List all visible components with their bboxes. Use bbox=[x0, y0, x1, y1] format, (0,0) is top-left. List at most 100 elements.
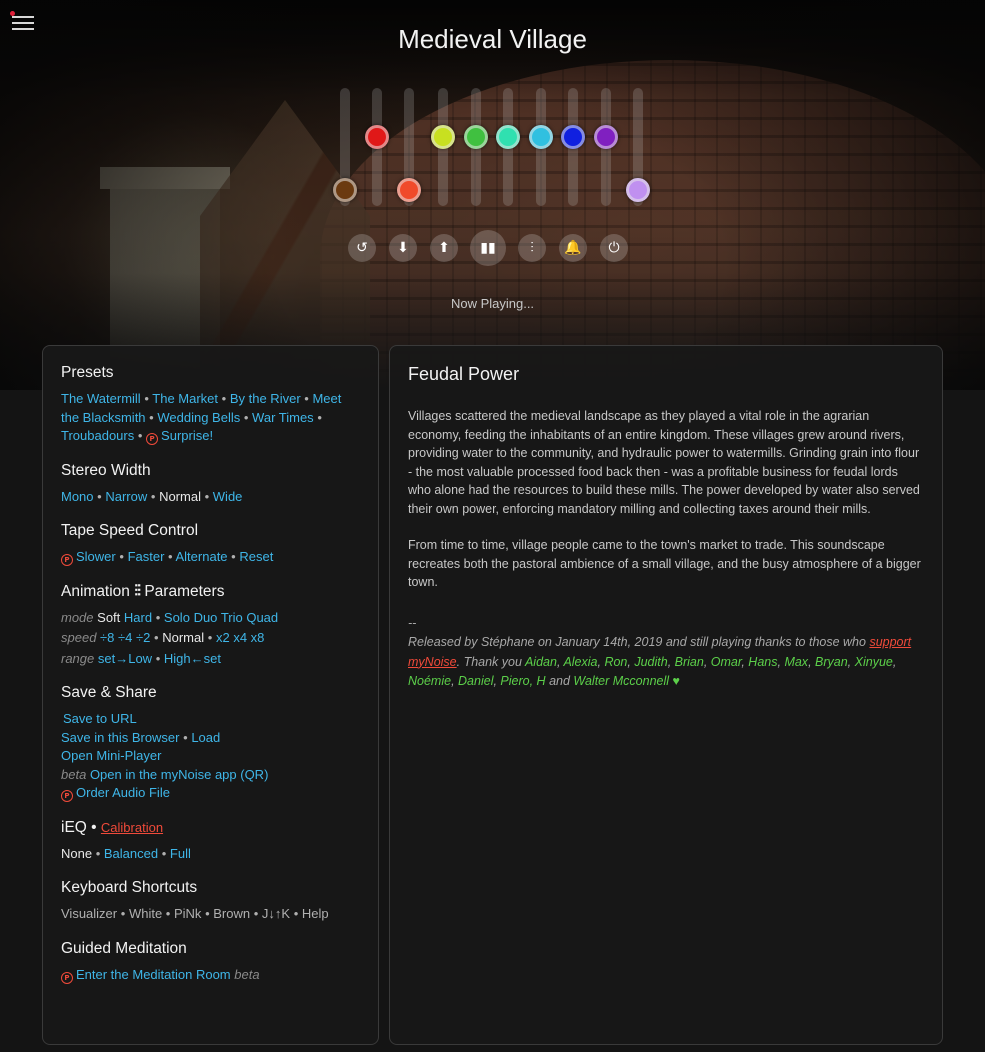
range-high[interactable]: High←set bbox=[164, 651, 221, 666]
meditation-room-link[interactable]: Enter the Meditation Room bbox=[76, 967, 231, 982]
stereo-title: Stereo Width bbox=[61, 461, 151, 479]
description-panel: Feudal Power Villages scattered the medi… bbox=[389, 345, 943, 1045]
load-link[interactable]: Load bbox=[191, 730, 220, 745]
ieq-full[interactable]: Full bbox=[170, 846, 191, 861]
keyboard-title: Keyboard Shortcuts bbox=[61, 879, 198, 896]
tape-reset[interactable]: Reset bbox=[239, 549, 273, 564]
settings-panel: Presets The Watermill • The Market • By … bbox=[42, 345, 379, 1045]
download-icon[interactable]: ⬇ bbox=[389, 234, 417, 262]
speed-div4[interactable]: ÷4 bbox=[118, 630, 132, 645]
now-playing-label: Now Playing... bbox=[450, 296, 535, 311]
slider-knob-3[interactable] bbox=[397, 178, 421, 203]
slider-knob-2[interactable] bbox=[365, 125, 389, 150]
heart-icon: ♥ bbox=[672, 674, 680, 688]
shortcut-brown[interactable]: Brown bbox=[213, 906, 250, 921]
hero-vignette bbox=[0, 0, 985, 390]
preset-market[interactable]: The Market bbox=[152, 391, 218, 406]
slider-knob-5[interactable] bbox=[464, 125, 488, 150]
shortcut-pink[interactable]: PiNk bbox=[174, 906, 201, 921]
mode-duo[interactable]: Duo bbox=[194, 610, 218, 625]
ieq-balanced[interactable]: Balanced bbox=[104, 846, 158, 861]
shortcut-help[interactable]: Help bbox=[302, 906, 329, 921]
presets-section: Presets The Watermill • The Market • By … bbox=[61, 364, 360, 446]
tape-faster[interactable]: Faster bbox=[128, 549, 165, 564]
mode-solo[interactable]: Solo bbox=[164, 610, 190, 625]
description-paragraph-2: From time to time, village people came t… bbox=[408, 538, 921, 589]
undo-icon[interactable]: ↺ bbox=[348, 234, 376, 262]
preset-wedding[interactable]: Wedding Bells bbox=[157, 410, 240, 425]
save-browser-link[interactable]: Save in this Browser bbox=[61, 730, 180, 745]
mixer-icon[interactable]: ⫶ bbox=[518, 234, 546, 262]
stereo-section: Stereo Width Mono • Narrow • Normal • Wi… bbox=[61, 462, 360, 507]
supporter-name: Max bbox=[784, 654, 809, 669]
mode-trio[interactable]: Trio bbox=[221, 610, 243, 625]
page-title: Medieval Village bbox=[398, 24, 587, 54]
stereo-wide[interactable]: Wide bbox=[213, 489, 243, 504]
save-url-link[interactable]: Save to URL bbox=[63, 711, 137, 726]
mini-player-link[interactable]: Open Mini-Player bbox=[61, 748, 161, 763]
mode-quad[interactable]: Quad bbox=[246, 610, 278, 625]
stereo-mono[interactable]: Mono bbox=[61, 489, 94, 504]
preset-watermill[interactable]: The Watermill bbox=[61, 391, 141, 406]
supporter-name: Noémie bbox=[408, 674, 452, 688]
premium-icon: P bbox=[61, 554, 73, 566]
sliders-icon: ⫶⫶ bbox=[134, 582, 141, 600]
preset-river[interactable]: By the River bbox=[230, 391, 301, 406]
open-app-link[interactable]: Open in the myNoise app (QR) bbox=[90, 767, 268, 782]
supporter-name: Ron bbox=[604, 654, 628, 669]
mode-hard[interactable]: Hard bbox=[124, 610, 152, 625]
supporter-name: Xinyue bbox=[854, 654, 893, 669]
stereo-normal[interactable]: Normal bbox=[159, 489, 201, 504]
slider-knob-6[interactable] bbox=[496, 125, 520, 150]
bell-icon[interactable]: 🔔 bbox=[559, 234, 587, 262]
speed-normal[interactable]: Normal bbox=[162, 630, 204, 645]
order-audio-link[interactable]: Order Audio File bbox=[76, 785, 170, 800]
speed-label: speed bbox=[61, 630, 97, 645]
beta-label: beta bbox=[61, 766, 87, 782]
stereo-narrow[interactable]: Narrow bbox=[105, 489, 147, 504]
speed-div8[interactable]: ÷8 bbox=[100, 630, 114, 645]
speed-x2[interactable]: x2 bbox=[216, 630, 230, 645]
speed-x8[interactable]: x8 bbox=[251, 630, 265, 645]
supporter-name: Omar bbox=[710, 654, 742, 669]
save-section: Save & Share Save to URL Save in this Br… bbox=[61, 684, 360, 803]
shortcut-white[interactable]: White bbox=[129, 906, 162, 921]
speed-div2[interactable]: ÷2 bbox=[136, 630, 150, 645]
supporter-last: Walter Mcconnell bbox=[573, 674, 670, 688]
range-low[interactable]: set→Low bbox=[98, 651, 152, 666]
preset-troubadours[interactable]: Troubadours bbox=[61, 428, 134, 443]
credits-block: -- Released by Stéphane on January 14th,… bbox=[408, 614, 924, 692]
slider-knob-9[interactable] bbox=[594, 125, 618, 150]
slider-knob-10[interactable] bbox=[626, 178, 650, 203]
timer-icon[interactable]: ⏻ bbox=[600, 234, 628, 262]
preset-surprise[interactable]: Surprise! bbox=[161, 428, 213, 443]
preset-war[interactable]: War Times bbox=[252, 410, 314, 425]
slider-knob-1[interactable] bbox=[333, 178, 357, 203]
supporter-name: Aidan bbox=[524, 654, 557, 669]
slider-knob-8[interactable] bbox=[561, 125, 585, 150]
animation-title: Animation ⫶⫶ Parameters bbox=[61, 582, 225, 600]
tape-slower[interactable]: Slower bbox=[76, 549, 116, 564]
ieq-none[interactable]: None bbox=[61, 846, 92, 861]
credits-separator: -- bbox=[408, 615, 417, 630]
upload-icon[interactable]: ⬆ bbox=[430, 234, 458, 262]
range-label: range bbox=[61, 650, 95, 666]
supporter-name: Daniel bbox=[458, 674, 494, 688]
supporter-name: Bryan bbox=[815, 654, 848, 669]
description-paragraph-1: Villages scattered the medieval landscap… bbox=[408, 409, 920, 516]
calibration-link[interactable]: Calibration bbox=[101, 820, 163, 835]
mode-label: mode bbox=[61, 609, 94, 625]
slider-knob-7[interactable] bbox=[529, 125, 553, 150]
shortcut-jk[interactable]: J↓↑K bbox=[262, 906, 290, 921]
save-title: Save & Share bbox=[61, 684, 157, 701]
play-pause-icon[interactable]: ▮▮ bbox=[470, 230, 506, 266]
description-title: Feudal Power bbox=[408, 364, 520, 384]
slider-knob-4[interactable] bbox=[431, 125, 455, 150]
keyboard-section: Keyboard Shortcuts Visualizer • White • … bbox=[61, 879, 360, 924]
mode-soft[interactable]: Soft bbox=[97, 610, 120, 625]
speed-x4[interactable]: x4 bbox=[233, 630, 247, 645]
supporter-name: Hans bbox=[748, 654, 778, 669]
shortcut-visualizer[interactable]: Visualizer bbox=[61, 906, 117, 921]
premium-icon: P bbox=[61, 790, 73, 802]
tape-alternate[interactable]: Alternate bbox=[176, 549, 228, 564]
